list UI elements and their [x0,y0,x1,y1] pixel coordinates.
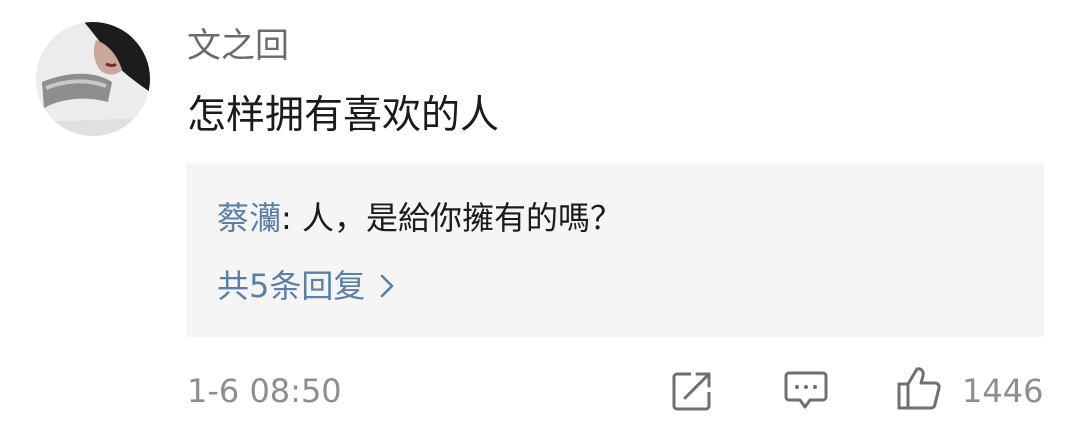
view-all-replies-link[interactable]: 共5条回复 [217,263,395,311]
view-all-replies-label: 共5条回复 [217,267,366,305]
comment-timestamp: 1-6 08:50 [187,372,342,410]
reply-preview-box[interactable]: 蔡灡: 人，是給你擁有的嗎？ 共5条回复 [186,163,1044,337]
comment-button[interactable] [784,370,828,416]
reply-separator: : [281,199,302,237]
share-icon [671,372,713,416]
share-button[interactable] [671,370,713,416]
comment-username[interactable]: 文之回 [187,24,289,68]
like-count: 1446 [962,372,1044,410]
avatar[interactable] [36,22,150,136]
like-button[interactable] [895,364,943,416]
reply-author[interactable]: 蔡灡 [217,199,281,237]
reply-text: 人，是給你擁有的嗎？ [301,199,622,237]
comment-text: 怎样拥有喜欢的人 [187,93,500,138]
comment-icon [784,371,828,416]
chevron-right-icon [379,265,395,311]
thumbs-up-icon [895,367,943,416]
reply-preview-line: 蔡灡: 人，是給你擁有的嗎？ [217,195,622,241]
avatar-image [36,22,150,136]
